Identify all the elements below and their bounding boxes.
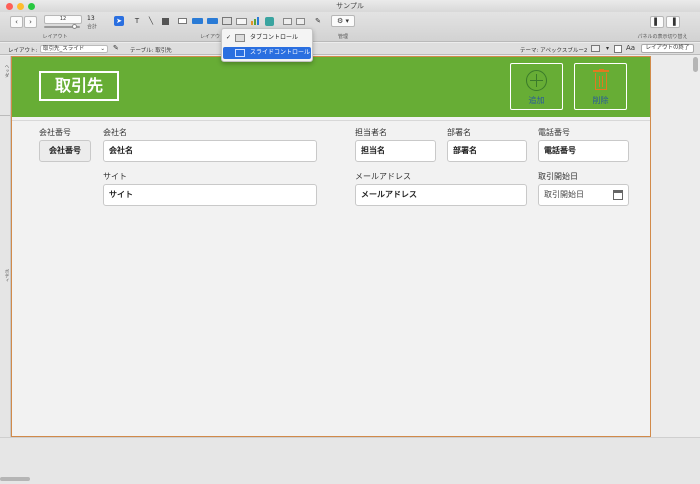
- pointer-tool[interactable]: ➤: [114, 16, 124, 26]
- layout-select-value: 取引先_スライド: [43, 46, 85, 52]
- contact-label: 担当者名: [355, 128, 387, 137]
- layout-bar: レイアウト: 取引先_スライド ⌄ ✎ テーブル: 取引先 テーマ: アペックス…: [0, 43, 700, 55]
- format-painter-tool[interactable]: ✎: [313, 16, 323, 26]
- field-tool[interactable]: [178, 18, 187, 24]
- checkmark-icon: ✓: [226, 34, 232, 41]
- grid-toggle[interactable]: [614, 45, 622, 53]
- start-date-label: 取引開始日: [538, 172, 578, 181]
- table-label: テーブル: 取引先: [130, 48, 172, 54]
- sidebar-left-icon: ▌: [654, 18, 660, 26]
- chevron-down-icon: ▾: [606, 45, 610, 52]
- email-field[interactable]: メールアドレス: [355, 184, 527, 206]
- window-title: サンプル: [336, 2, 364, 10]
- chevron-down-icon: ⌄: [100, 46, 105, 52]
- tab-control-icon: [235, 34, 245, 42]
- horizontal-scrollbar[interactable]: [0, 477, 30, 481]
- next-record-button[interactable]: ›: [24, 16, 37, 28]
- part-gutter: ヘッダ ボディ: [0, 56, 11, 437]
- page-slider-thumb[interactable]: [72, 24, 77, 29]
- text-icon: T: [134, 17, 140, 25]
- button-bar-tool[interactable]: [207, 18, 218, 24]
- web-viewer-tool[interactable]: [265, 17, 274, 26]
- left-panel-toggle[interactable]: ▌: [650, 16, 664, 28]
- popover-button-tool[interactable]: [296, 18, 305, 25]
- page-slider[interactable]: [44, 24, 80, 29]
- add-button-label: 追加: [528, 96, 545, 105]
- rectangle-tool[interactable]: [162, 18, 169, 25]
- button-tool[interactable]: [192, 18, 203, 24]
- page-number-input[interactable]: 12: [44, 15, 82, 24]
- manage-label: 管理: [337, 34, 348, 40]
- popover-tool[interactable]: [283, 18, 292, 25]
- chevron-left-icon: ‹: [15, 18, 18, 26]
- right-panel-toggle[interactable]: ▐: [666, 16, 680, 28]
- company-name-field[interactable]: 会社名: [103, 140, 317, 162]
- chevron-right-icon: ›: [29, 18, 32, 26]
- bottom-area: [0, 437, 700, 484]
- delete-button-label: 削除: [592, 96, 609, 105]
- menu-item-label: タブコントロール: [250, 34, 299, 41]
- site-label: サイト: [103, 172, 127, 181]
- menu-item-tab-control[interactable]: ✓ タブコントロール: [223, 32, 311, 44]
- pencil-icon: ✎: [113, 44, 119, 52]
- dept-field[interactable]: 部署名: [447, 140, 527, 162]
- record-count-label: 合計: [87, 24, 98, 30]
- add-button[interactable]: 追加: [510, 63, 563, 110]
- form-title[interactable]: 取引先: [39, 71, 119, 101]
- calendar-icon[interactable]: [613, 190, 623, 200]
- font-settings-button[interactable]: Aa: [626, 44, 635, 52]
- record-count: 13: [87, 15, 95, 22]
- plus-circle-icon: [526, 70, 547, 91]
- gear-icon: ⚙ ▾: [336, 17, 349, 25]
- site-field[interactable]: サイト: [103, 184, 317, 206]
- manage-menu-button[interactable]: ⚙ ▾: [331, 15, 355, 27]
- line-icon: ╲: [148, 17, 154, 25]
- title-bar: サンプル: [0, 0, 700, 12]
- form-header: 取引先 追加 削除: [12, 57, 650, 117]
- dropdown-arrow[interactable]: ▾: [606, 45, 609, 52]
- right-margin: [652, 56, 700, 437]
- start-date-value: 取引開始日: [544, 190, 584, 199]
- layout-canvas: 取引先 追加 削除 会社番号 会社名 担当者名 部署名 電話番号 会社番号 会社…: [11, 56, 651, 437]
- vertical-scrollbar[interactable]: [693, 57, 698, 72]
- trash-icon: [593, 69, 609, 91]
- tab-control-dropdown: ✓ タブコントロール スライドコントロール: [221, 28, 313, 62]
- chart-icon: [251, 21, 253, 25]
- cursor-icon: ➤: [116, 17, 122, 25]
- header-part-label[interactable]: ヘッダ: [3, 64, 9, 78]
- company-name-label: 会社名: [103, 128, 127, 137]
- email-label: メールアドレス: [355, 172, 411, 181]
- exit-layout-button[interactable]: レイアウトの終了: [641, 44, 694, 53]
- eyedropper-icon: ✎: [315, 17, 321, 25]
- phone-field[interactable]: 電話番号: [538, 140, 629, 162]
- menu-item-label: スライドコントロール: [250, 49, 311, 56]
- tab-control-tool[interactable]: [222, 17, 232, 25]
- delete-button[interactable]: 削除: [574, 63, 627, 110]
- sidebar-right-icon: ▐: [670, 18, 676, 26]
- start-date-field[interactable]: 取引開始日: [538, 184, 629, 206]
- dept-label: 部署名: [447, 128, 471, 137]
- theme-label: テーマ: アペックスブルー2: [520, 48, 588, 54]
- phone-label: 電話番号: [538, 128, 570, 137]
- slide-control-icon: [235, 49, 245, 57]
- menu-item-slide-control[interactable]: スライドコントロール: [223, 47, 311, 59]
- device-preview-button[interactable]: [591, 45, 600, 52]
- layout-select[interactable]: 取引先_スライド ⌄: [40, 45, 108, 53]
- layout-label: レイアウト: [42, 34, 68, 40]
- line-tool[interactable]: ╲: [146, 16, 156, 26]
- text-tool[interactable]: T: [132, 16, 142, 26]
- body-part-label[interactable]: ボディ: [3, 269, 9, 283]
- panel-toggle-label: パネルの表示切り替え: [637, 34, 688, 40]
- chart-tool[interactable]: [251, 17, 260, 25]
- portal-tool[interactable]: [236, 18, 247, 25]
- header-divider: [12, 120, 650, 121]
- toolbar: ‹ › 12 13 合計 レイアウト ➤ T ╲ ✎ レイアウ ⚙ ▾ 管理 ▌…: [0, 12, 700, 42]
- prev-record-button[interactable]: ‹: [10, 16, 23, 28]
- edit-layout-name-button[interactable]: ✎: [113, 44, 119, 52]
- contact-field[interactable]: 担当名: [355, 140, 436, 162]
- layout-select-label: レイアウト:: [8, 48, 38, 54]
- company-no-field[interactable]: 会社番号: [39, 140, 91, 162]
- part-divider: [0, 115, 10, 116]
- company-no-label: 会社番号: [39, 128, 71, 137]
